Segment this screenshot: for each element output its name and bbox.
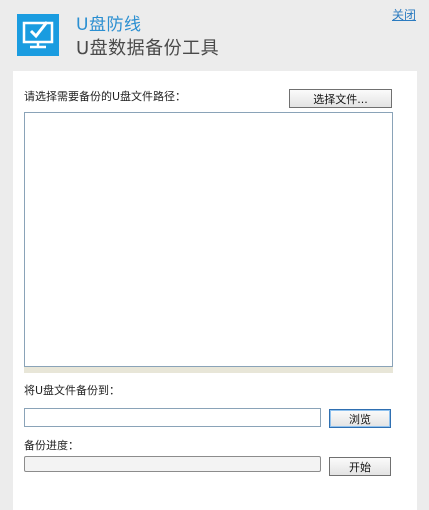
choose-file-button[interactable]: 选择文件... xyxy=(289,89,392,108)
file-list[interactable] xyxy=(24,112,393,367)
main-panel: 请选择需要备份的U盘文件路径： 选择文件... 将U盘文件备份到： 浏览 备份进… xyxy=(13,71,417,510)
backup-path-input[interactable] xyxy=(24,408,321,427)
file-path-prompt: 请选择需要备份的U盘文件路径： xyxy=(24,90,187,103)
monitor-check-icon xyxy=(17,14,59,56)
backup-destination-label: 将U盘文件备份到： xyxy=(24,384,121,397)
browse-button[interactable]: 浏览 xyxy=(329,409,391,428)
app-title: U盘防线 xyxy=(76,15,142,35)
backup-progress-bar xyxy=(24,456,321,472)
start-button[interactable]: 开始 xyxy=(329,457,391,476)
file-list-footer xyxy=(24,367,393,373)
close-link[interactable]: 关闭 xyxy=(392,6,416,23)
header: U盘防线 U盘数据备份工具 关闭 xyxy=(0,0,429,66)
app-subtitle: U盘数据备份工具 xyxy=(76,38,220,59)
app-window: U盘防线 U盘数据备份工具 关闭 请选择需要备份的U盘文件路径： 选择文件...… xyxy=(0,0,429,510)
backup-progress-label: 备份进度： xyxy=(24,439,79,452)
